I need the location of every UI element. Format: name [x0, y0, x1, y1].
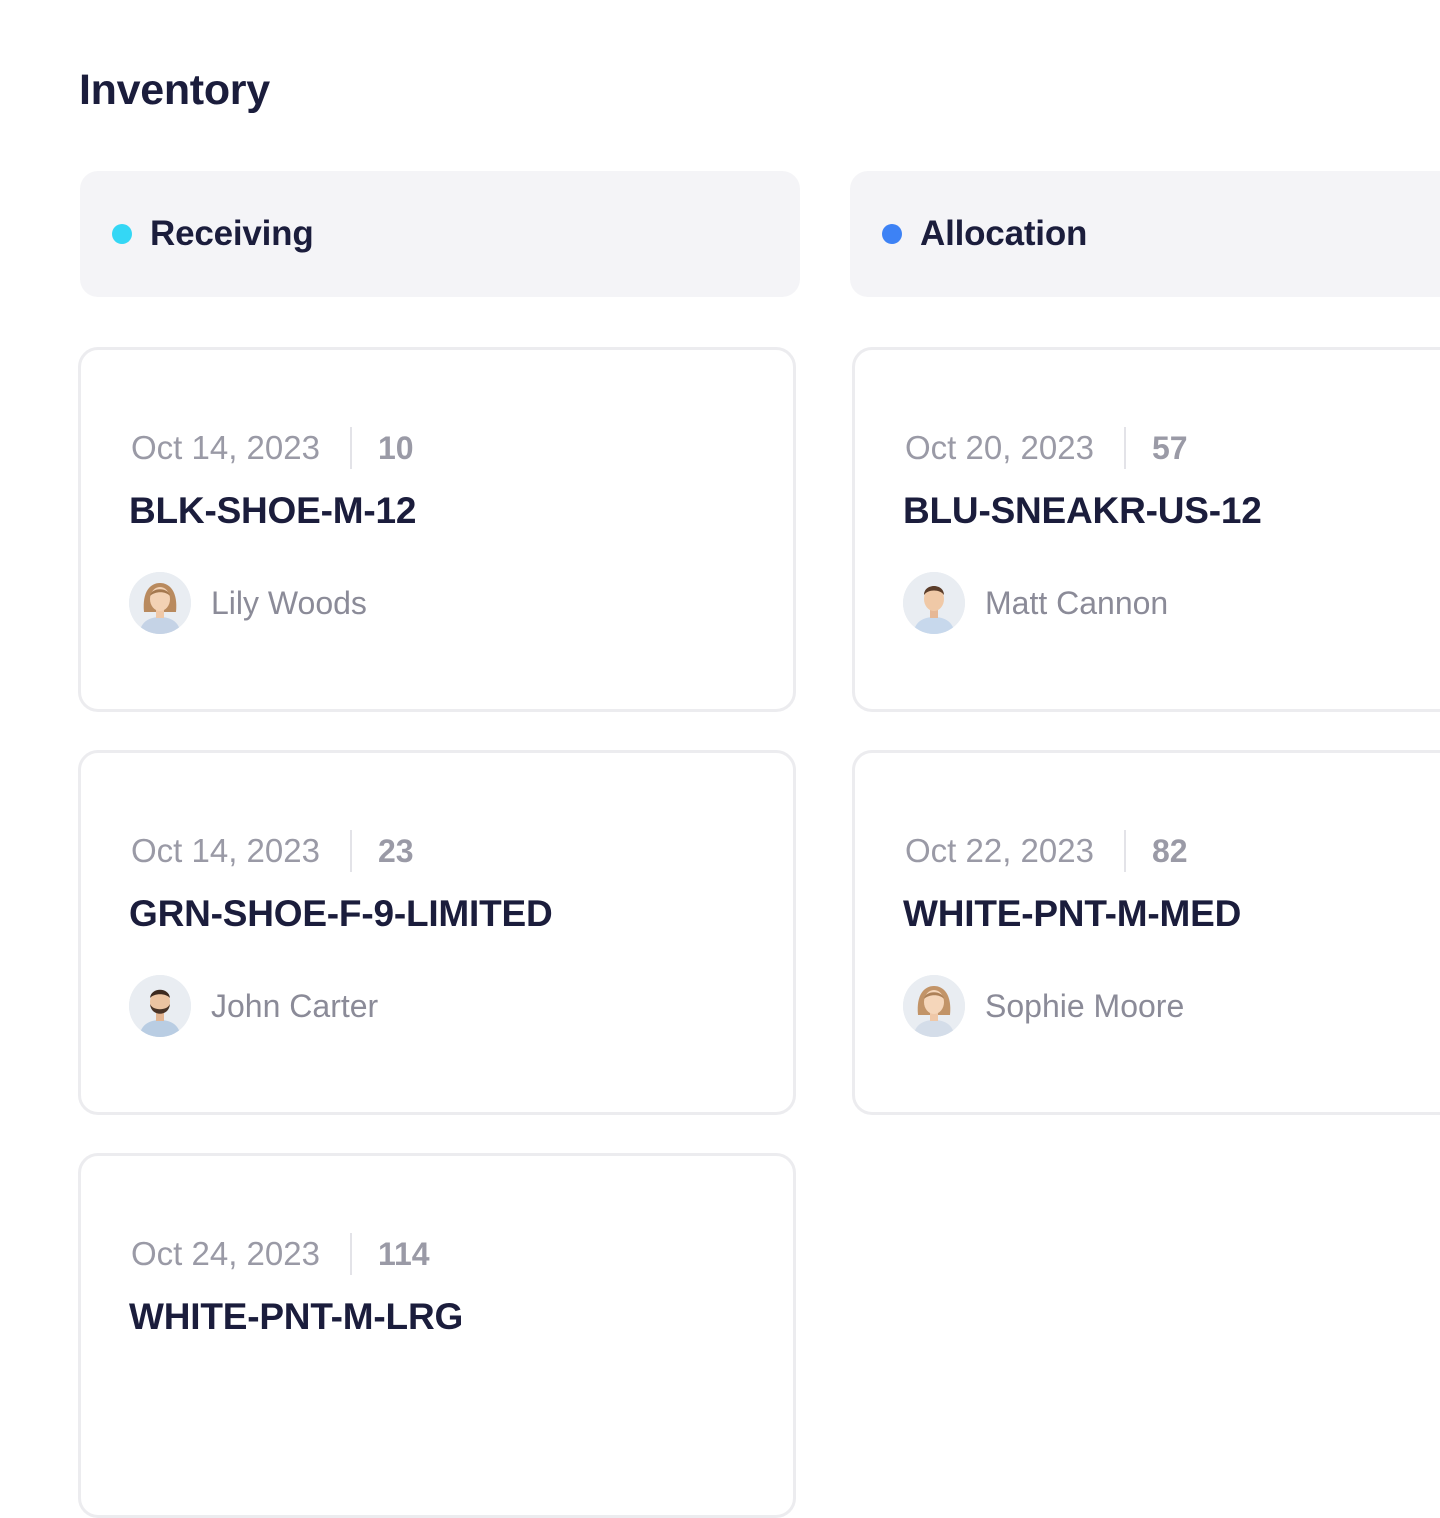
meta-divider: [349, 830, 352, 872]
card-date: Oct 20, 2023: [905, 429, 1094, 466]
status-dot: [112, 224, 132, 244]
inventory-card[interactable]: Oct 24, 2023 114 WHITE-PNT-M-LRG: [78, 1153, 796, 1518]
page-title: Inventory: [79, 66, 270, 114]
meta-divider: [1123, 427, 1126, 469]
status-dot: [882, 224, 902, 244]
card-quantity: 23: [377, 832, 414, 869]
card-meta: Oct 20, 2023 57: [905, 426, 1188, 470]
meta-divider: [349, 427, 352, 469]
card-sku: BLU-SNEAKR-US-12: [903, 490, 1262, 531]
card-quantity: 114: [377, 1235, 430, 1272]
column-header-allocation[interactable]: Allocation: [850, 171, 1440, 297]
card-owner: John Carter: [129, 975, 378, 1037]
card-sku: BLK-SHOE-M-12: [129, 490, 417, 531]
column-title: Receiving: [150, 214, 314, 253]
card-meta: Oct 22, 2023 82: [905, 829, 1188, 873]
card-quantity: 82: [1151, 832, 1188, 869]
owner-name: Matt Cannon: [985, 584, 1169, 621]
column-receiving: Receiving Oct 14, 2023 10 BLK-SHOE-M-12: [78, 171, 800, 1518]
owner-name: John Carter: [211, 987, 379, 1024]
card-owner: Lily Woods: [129, 572, 367, 634]
card-date: Oct 14, 2023: [131, 832, 320, 869]
card-meta: Oct 14, 2023 10: [131, 426, 414, 470]
card-meta: Oct 14, 2023 23: [131, 829, 414, 873]
owner-name: Sophie Moore: [985, 987, 1185, 1024]
card-quantity: 10: [377, 429, 414, 466]
woman-avatar-icon: [903, 975, 965, 1037]
inventory-card[interactable]: Oct 22, 2023 82 WHITE-PNT-M-MED Sophie M…: [852, 750, 1440, 1115]
card-date: Oct 24, 2023: [131, 1235, 320, 1272]
card-owner: Sophie Moore: [903, 975, 1184, 1037]
inventory-card[interactable]: Oct 14, 2023 23 GRN-SHOE-F-9-LIMITED Joh…: [78, 750, 796, 1115]
card-date: Oct 22, 2023: [905, 832, 1094, 869]
man-beard-avatar-icon: [129, 975, 191, 1037]
card-meta: Oct 24, 2023 114: [131, 1232, 430, 1276]
man-avatar-icon: [903, 572, 965, 634]
card-date: Oct 14, 2023: [131, 429, 320, 466]
card-quantity: 57: [1151, 429, 1188, 466]
column-allocation: Allocation Oct 20, 2023 57 BLU-SNEAKR-US…: [850, 171, 1440, 1115]
column-header-receiving[interactable]: Receiving: [80, 171, 800, 297]
card-sku: WHITE-PNT-M-LRG: [129, 1296, 464, 1337]
woman-avatar-icon: [129, 572, 191, 634]
column-title: Allocation: [920, 214, 1088, 253]
card-sku: GRN-SHOE-F-9-LIMITED: [129, 893, 553, 934]
card-sku: WHITE-PNT-M-MED: [903, 893, 1242, 934]
meta-divider: [1123, 830, 1126, 872]
inventory-card[interactable]: Oct 14, 2023 10 BLK-SHOE-M-12 Lily Woods: [78, 347, 796, 712]
meta-divider: [349, 1233, 352, 1275]
inventory-card[interactable]: Oct 20, 2023 57 BLU-SNEAKR-US-12 Matt Ca…: [852, 347, 1440, 712]
owner-name: Lily Woods: [211, 584, 367, 621]
card-owner: Matt Cannon: [903, 572, 1168, 634]
